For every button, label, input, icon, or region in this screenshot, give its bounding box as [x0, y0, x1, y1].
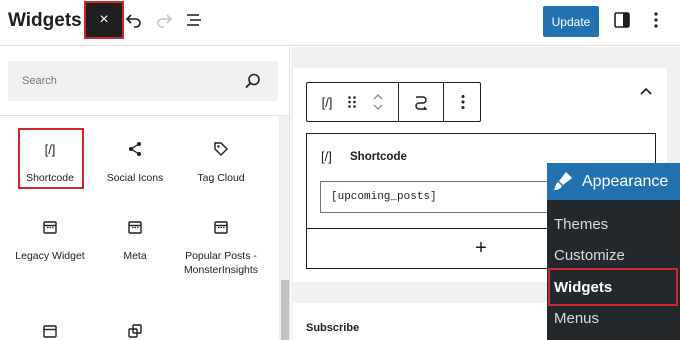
more-options-icon — [654, 12, 658, 28]
block-item-tag-cloud[interactable]: Tag Cloud — [175, 138, 267, 185]
update-button[interactable]: Update — [543, 6, 599, 37]
toolbar-separator — [398, 83, 399, 121]
transform-icon — [415, 96, 428, 110]
editor-header: Widgets × Update — [0, 0, 680, 46]
shortcode-icon: [/] — [321, 94, 333, 110]
block-item-meta[interactable]: Meta — [89, 216, 181, 263]
settings-sidebar-button[interactable] — [612, 10, 632, 30]
menu-item-widgets[interactable]: Widgets — [554, 279, 612, 296]
tag-icon — [214, 142, 228, 156]
calendar-icon — [43, 221, 57, 234]
block-options-button[interactable] — [451, 83, 475, 121]
paintbrush-icon — [554, 172, 572, 190]
block-item-partial[interactable] — [89, 320, 181, 340]
more-options-icon — [461, 95, 465, 109]
menu-item-menus[interactable]: Menus — [554, 310, 599, 327]
block-search-field[interactable]: Search — [8, 61, 278, 101]
calendar-icon — [43, 325, 57, 338]
block-label: Popular Posts - MonsterInsights — [183, 250, 259, 276]
block-label: Tag Cloud — [197, 172, 245, 184]
plus-icon: + — [475, 237, 487, 259]
copy-icon — [128, 324, 142, 338]
shortcode-icon: [/] — [321, 149, 332, 164]
drag-handle-icon — [348, 96, 356, 108]
shortcode-block-title: Shortcode — [350, 151, 407, 163]
menu-item-themes[interactable]: Themes — [554, 216, 608, 233]
list-view-button[interactable] — [184, 10, 204, 30]
calendar-icon — [128, 221, 142, 234]
undo-icon — [125, 14, 141, 28]
chevron-up-down-icon — [373, 94, 383, 110]
subscribe-block-title[interactable]: Subscribe — [306, 322, 359, 334]
redo-button[interactable] — [154, 10, 174, 30]
toolbar-separator — [443, 83, 444, 121]
search-placeholder: Search — [22, 75, 57, 87]
block-toolbar: [/] — [306, 82, 481, 122]
transform-button[interactable] — [407, 83, 435, 121]
panel-divider — [0, 115, 289, 116]
page-title: Widgets — [8, 10, 82, 31]
calendar-icon — [214, 221, 228, 234]
share-icon — [129, 142, 141, 156]
scrollbar-thumb[interactable] — [281, 280, 289, 340]
block-type-button[interactable]: [/] — [315, 83, 339, 121]
block-item-popular-posts[interactable]: Popular Posts - MonsterInsights — [175, 216, 267, 277]
search-icon — [245, 73, 260, 89]
block-label: Legacy Widget — [15, 250, 85, 262]
options-button[interactable] — [646, 10, 666, 30]
undo-button[interactable] — [124, 10, 144, 30]
list-view-icon — [187, 14, 201, 26]
block-label: Social Icons — [106, 172, 164, 184]
redo-icon — [157, 14, 173, 28]
drag-handle[interactable] — [343, 83, 361, 121]
move-up-down-button[interactable] — [369, 83, 387, 121]
menu-item-customize[interactable]: Customize — [554, 247, 625, 264]
shortcode-highlight-outline — [18, 128, 84, 189]
block-inserter-panel: Search — [0, 47, 290, 340]
close-inserter-button[interactable]: × — [84, 1, 124, 39]
block-item-partial[interactable] — [4, 320, 96, 340]
sidebar-toggle-icon — [614, 12, 630, 28]
block-item-legacy-widget[interactable]: Legacy Widget — [4, 216, 96, 263]
shortcode-input[interactable]: [upcoming_posts] — [320, 181, 570, 213]
close-icon: × — [99, 11, 109, 28]
appearance-label: Appearance — [582, 173, 669, 190]
block-item-social-icons[interactable]: Social Icons — [89, 138, 181, 185]
collapse-chevron-up-icon[interactable] — [638, 84, 654, 100]
block-label: Meta — [123, 250, 147, 262]
